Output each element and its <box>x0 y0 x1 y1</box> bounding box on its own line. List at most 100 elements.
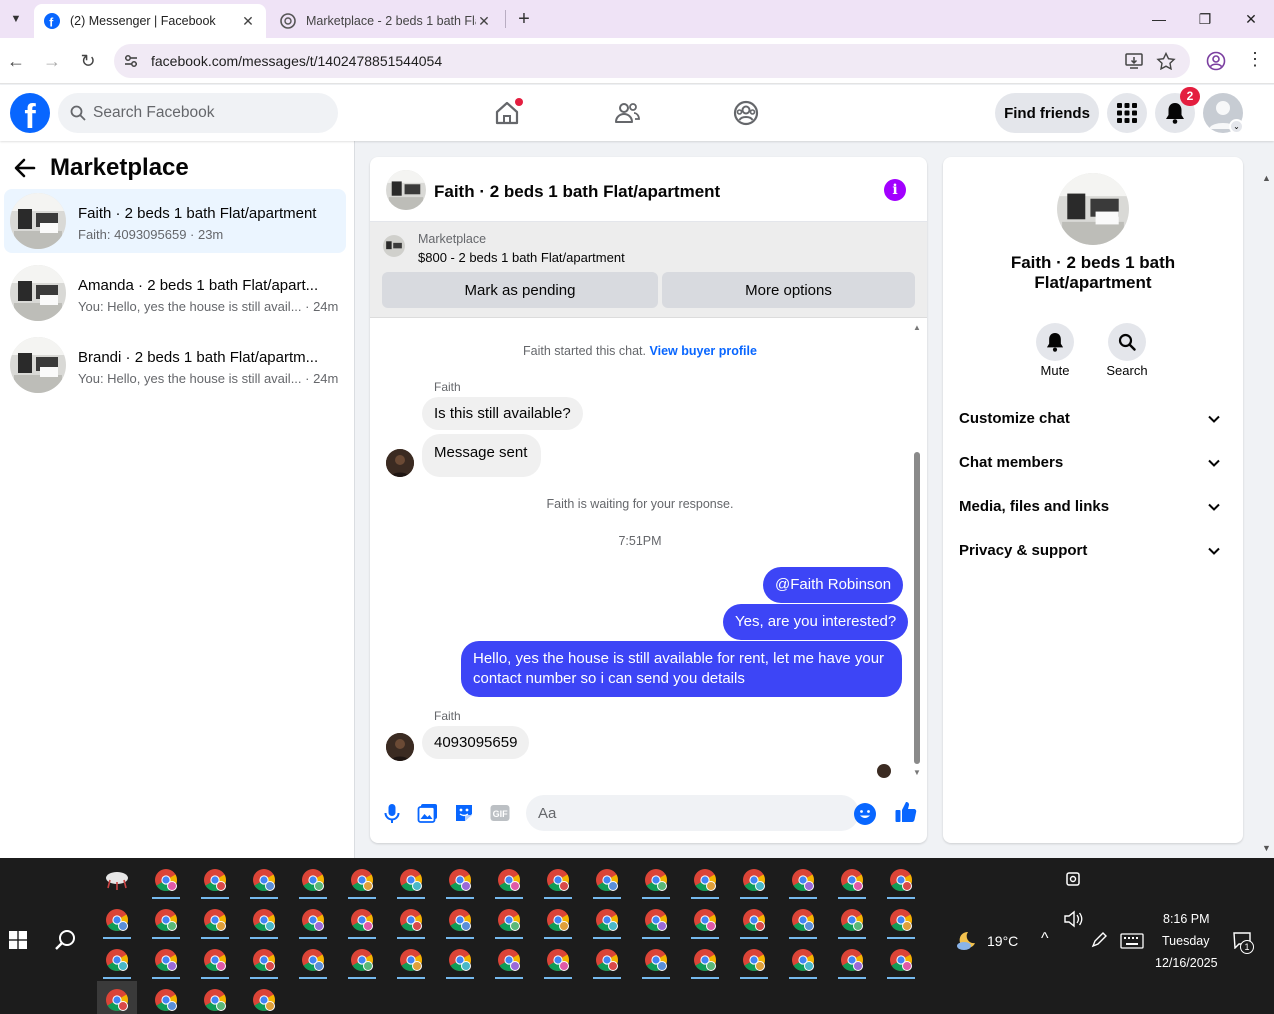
taskbar-chrome-profile-icon[interactable] <box>489 861 529 899</box>
conversation-info-icon[interactable]: i <box>884 179 906 201</box>
taskbar-chrome-profile-icon[interactable] <box>97 941 137 979</box>
chat-scroll-thumb[interactable] <box>914 452 920 764</box>
touch-keyboard-icon[interactable] <box>1120 932 1144 950</box>
taskbar-chrome-profile-icon[interactable] <box>881 861 921 899</box>
taskbar-chrome-profile-icon[interactable] <box>832 861 872 899</box>
scroll-up-arrow-icon[interactable]: ▲ <box>913 323 921 332</box>
taskbar-chrome-profile-icon[interactable] <box>391 941 431 979</box>
sender-avatar[interactable] <box>386 449 414 477</box>
page-scroll-up-icon[interactable]: ▲ <box>1262 173 1271 183</box>
taskbar-chrome-profile-icon[interactable] <box>832 941 872 979</box>
taskbar-chrome-profile-icon[interactable] <box>832 901 872 939</box>
taskbar-chrome-profile-icon[interactable] <box>587 861 627 899</box>
taskbar-chrome-profile-icon[interactable] <box>391 901 431 939</box>
tab-messenger[interactable]: f (2) Messenger | Facebook ✕ <box>34 4 266 38</box>
reload-icon[interactable]: ↻ <box>76 49 100 73</box>
taskbar-chrome-profile-icon[interactable] <box>440 941 480 979</box>
taskbar-chrome-profile-icon[interactable] <box>538 901 578 939</box>
customize-chat-section[interactable]: Customize chat <box>951 399 1235 439</box>
taskbar-chrome-profile-icon[interactable] <box>881 941 921 979</box>
message-input[interactable] <box>538 795 818 831</box>
back-icon[interactable]: ← <box>4 49 28 73</box>
sender-avatar[interactable] <box>386 733 414 761</box>
photo-gallery-icon[interactable] <box>417 802 439 824</box>
taskbar-chrome-profile-icon[interactable] <box>391 861 431 899</box>
back-arrow-icon[interactable] <box>12 155 38 181</box>
groups-icon[interactable] <box>732 99 760 127</box>
taskbar-chrome-profile-icon[interactable] <box>636 901 676 939</box>
install-app-icon[interactable] <box>1124 52 1144 70</box>
taskbar-chrome-profile-icon[interactable] <box>636 941 676 979</box>
chat-listing-thumbnail[interactable] <box>386 170 426 210</box>
bookmark-star-icon[interactable] <box>1156 52 1176 70</box>
chat-members-section[interactable]: Chat members <box>951 443 1235 483</box>
restore-icon[interactable]: ❐ <box>1182 6 1228 32</box>
emoji-icon[interactable] <box>854 803 876 825</box>
taskbar-chrome-profile-icon[interactable] <box>881 901 921 939</box>
taskbar-chrome-profile-icon[interactable] <box>734 941 774 979</box>
facebook-logo-icon[interactable]: f <box>10 93 50 133</box>
clock-date[interactable]: 12/16/2025 <box>1155 956 1218 970</box>
search-in-conversation-button[interactable] <box>1108 323 1146 361</box>
taskbar-chrome-profile-icon[interactable] <box>685 901 725 939</box>
taskbar-chrome-profile-icon[interactable] <box>636 861 676 899</box>
taskbar-chrome-profile-icon[interactable] <box>146 941 186 979</box>
clock-day[interactable]: Tuesday <box>1162 934 1209 948</box>
taskbar-chrome-profile-icon[interactable] <box>244 861 284 899</box>
tab-close-icon[interactable]: ✕ <box>476 13 492 30</box>
taskbar-chrome-profile-icon[interactable] <box>440 901 480 939</box>
mute-button[interactable] <box>1036 323 1074 361</box>
conversation-photo[interactable] <box>1057 173 1129 245</box>
taskbar-chrome-profile-icon[interactable] <box>342 861 382 899</box>
taskbar-chrome-profile-icon[interactable] <box>244 981 284 1014</box>
view-buyer-profile-link[interactable]: View buyer profile <box>650 344 757 358</box>
gif-icon[interactable]: GIF <box>489 802 511 824</box>
chat-title[interactable]: Faith · 2 beds 1 bath Flat/apartment <box>434 182 720 202</box>
privacy-support-section[interactable]: Privacy & support <box>951 531 1235 571</box>
message-input-box[interactable] <box>526 795 859 831</box>
taskbar-chrome-profile-icon[interactable] <box>440 861 480 899</box>
browser-menu-icon[interactable]: ⋮ <box>1246 49 1264 70</box>
taskbar-chrome-profile-icon[interactable] <box>734 901 774 939</box>
taskbar-chrome-profile-icon[interactable] <box>195 941 235 979</box>
browser-profile-icon[interactable] <box>1206 51 1226 71</box>
search-input[interactable] <box>93 93 323 133</box>
taskbar-chrome-profile-icon[interactable] <box>538 941 578 979</box>
media-files-links-section[interactable]: Media, files and links <box>951 487 1235 527</box>
taskbar-chrome-profile-icon[interactable] <box>342 941 382 979</box>
account-caret-icon[interactable]: ⌄ <box>1229 119 1244 134</box>
taskbar-chrome-profile-icon[interactable] <box>195 981 235 1014</box>
taskbar-chrome-profile-icon[interactable] <box>587 901 627 939</box>
sticker-icon[interactable] <box>453 802 475 824</box>
taskbar-search-icon[interactable] <box>54 928 78 952</box>
minimize-icon[interactable]: — <box>1136 6 1182 32</box>
new-tab-icon[interactable]: + <box>513 8 535 31</box>
taskbar-chrome-profile-icon[interactable] <box>293 861 333 899</box>
forward-icon[interactable]: → <box>40 49 64 73</box>
taskbar-chrome-profile-icon[interactable] <box>293 901 333 939</box>
windows-start-icon[interactable] <box>9 931 27 949</box>
taskbar-app-icon-misc[interactable] <box>97 861 137 899</box>
taskbar-chrome-profile-icon[interactable] <box>293 941 333 979</box>
taskbar-chrome-profile-icon[interactable] <box>195 861 235 899</box>
temperature-text[interactable]: 19°C <box>987 933 1018 949</box>
address-bar[interactable]: facebook.com/messages/t/1402478851544054 <box>114 44 1190 78</box>
taskbar-chrome-profile-icon[interactable] <box>734 861 774 899</box>
taskbar-chrome-profile-icon[interactable] <box>489 901 529 939</box>
conversation-item-amanda[interactable]: Amanda · 2 beds 1 bath Flat/apart... You… <box>4 261 346 325</box>
more-options-button[interactable]: More options <box>662 272 915 308</box>
taskbar-chrome-profile-icon[interactable] <box>489 941 529 979</box>
scroll-down-arrow-icon[interactable]: ▼ <box>913 768 921 777</box>
menu-grid-button[interactable] <box>1107 93 1147 133</box>
taskbar-chrome-profile-icon[interactable] <box>783 861 823 899</box>
mark-as-pending-button[interactable]: Mark as pending <box>382 272 658 308</box>
microphone-icon[interactable] <box>381 802 403 824</box>
conversation-item-brandi[interactable]: Brandi · 2 beds 1 bath Flat/apartm... Yo… <box>4 333 346 397</box>
taskbar-chrome-profile-icon[interactable] <box>146 901 186 939</box>
pen-icon[interactable] <box>1090 931 1110 949</box>
tab-search-icon[interactable]: ▼ <box>6 9 26 29</box>
volume-icon[interactable] <box>1063 910 1083 928</box>
taskbar-chrome-profile-icon[interactable] <box>97 981 137 1014</box>
thumbs-up-icon[interactable] <box>894 800 918 824</box>
facebook-search[interactable] <box>58 93 338 133</box>
